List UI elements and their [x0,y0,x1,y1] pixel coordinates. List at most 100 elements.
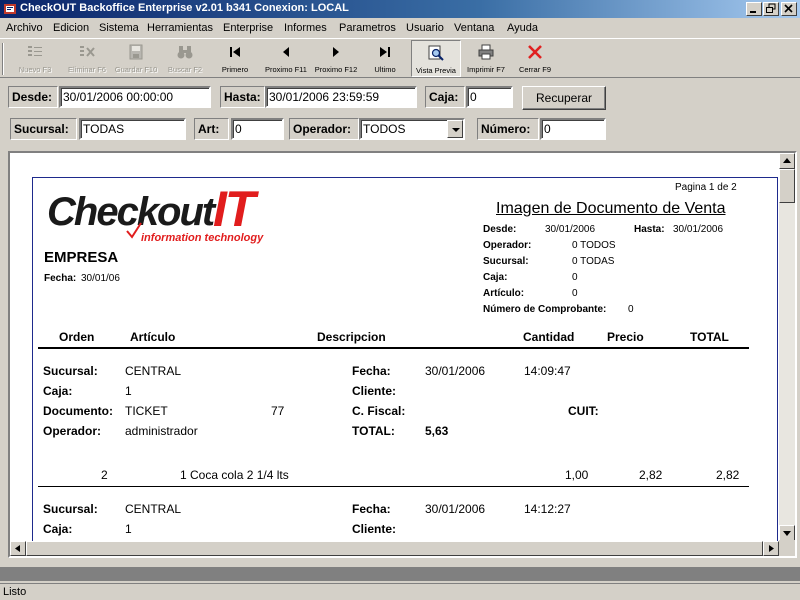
horizontal-scroll-thumb[interactable] [26,541,763,556]
nuevo-label: Nuevo F3 [18,65,52,74]
menu-edicion[interactable]: Edicion [53,22,89,34]
hasta-label: Hasta: [220,86,265,108]
ultimo-label: Ultimo [374,65,396,74]
minimize-button[interactable] [746,2,762,16]
app-window: CheckOUT Backoffice Enterprise v2.01 b34… [0,0,800,600]
imprimir-button[interactable]: Imprimir F7 [462,40,510,77]
primero-button[interactable]: Primero [212,40,258,77]
column-total: TOTAL [690,330,729,344]
doc2-caja-label: Caja: [43,522,73,536]
vista-previa-label: Vista Previa [416,66,456,75]
doc1-documento-numero: 77 [271,404,285,418]
guardar-label: Guardar F10 [114,65,158,74]
numero-label: Número: [477,118,539,140]
meta-sucursal-value: 0 TODAS [572,256,615,267]
buscar-label: Buscar F2 [167,65,203,74]
workspace-strip [0,567,800,581]
desde-input[interactable]: 30/01/2006 00:00:00 [59,86,211,108]
report-fecha-label: Fecha: [44,273,77,284]
meta-operador-value: 0 TODOS [572,240,616,251]
meta-caja-label: Caja: [483,272,508,283]
doc1-fecha-label: Fecha: [352,364,391,378]
scroll-right-button[interactable] [763,541,779,556]
recuperar-button[interactable]: Recuperar [522,86,606,110]
vertical-scrollbar[interactable] [779,153,795,541]
menu-herramientas[interactable]: Herramientas [147,22,213,34]
eliminar-label: Eliminar F6 [68,65,106,74]
doc2-hora-value: 14:12:27 [524,502,571,516]
menu-informes[interactable]: Informes [284,22,327,34]
numero-input[interactable]: 0 [540,118,606,140]
header-rule [38,347,749,349]
hasta-input[interactable]: 30/01/2006 23:59:59 [265,86,417,108]
doc1-operador-label: Operador: [43,424,102,438]
column-orden: Orden [59,330,95,344]
meta-articulo-value: 0 [572,288,578,299]
column-descripcion: Descripcion [317,330,386,344]
art-label: Art: [194,118,229,140]
menu-ayuda[interactable]: Ayuda [507,22,538,34]
vista-previa-button[interactable]: Vista Previa [411,40,461,77]
operador-select[interactable]: TODOS [359,118,465,140]
doc1-sucursal-value: CENTRAL [125,364,182,378]
window-title: CheckOUT Backoffice Enterprise v2.01 b34… [20,2,349,14]
maximize-button[interactable] [763,2,779,16]
doc1-documento-value: TICKET [125,404,168,418]
menu-parametros[interactable]: Parametros [339,22,396,34]
line-descripcion: 1 Coca cola 2 1/4 lts [180,468,289,482]
report-viewer[interactable]: Pagina 1 de 2 Checkout IT information te… [8,151,797,558]
cerrar-button[interactable]: Cerrar F9 [512,40,558,77]
menu-ventana[interactable]: Ventana [454,22,494,34]
title-bar: CheckOUT Backoffice Enterprise v2.01 b34… [0,0,800,18]
status-text: Listo [3,586,27,598]
menu-usuario[interactable]: Usuario [406,22,444,34]
logo-it-text: IT [213,181,255,237]
menu-sistema[interactable]: Sistema [99,22,139,34]
proximo-f11-label: Proximo F11 [265,65,307,74]
caja-input[interactable]: 0 [466,86,513,108]
meta-operador-label: Operador: [483,240,532,251]
horizontal-scrollbar[interactable] [10,541,779,556]
buscar-button[interactable]: Buscar F2 [162,40,208,77]
page-indicator: Pagina 1 de 2 [675,182,737,193]
doc1-cliente-label: Cliente: [352,384,397,398]
doc1-cfiscal-label: C. Fiscal: [352,404,406,418]
sucursal-input[interactable]: TODAS [79,118,186,140]
vertical-scroll-thumb[interactable] [779,169,795,203]
report-page: Pagina 1 de 2 Checkout IT information te… [32,177,778,556]
save-disk-icon [129,44,143,60]
new-document-icon [28,46,42,56]
nuevo-button[interactable]: Nuevo F3 [10,40,60,77]
line-precio: 2,82 [639,468,663,482]
document-separator [38,486,749,487]
meta-articulo-label: Artículo: [483,288,525,299]
menu-enterprise[interactable]: Enterprise [223,22,273,34]
toolbar-grip [2,43,4,75]
doc1-caja-value: 1 [125,384,132,398]
menu-archivo[interactable]: Archivo [6,22,43,34]
chevron-down-icon[interactable] [447,120,463,138]
eliminar-button[interactable]: Eliminar F6 [62,40,112,77]
guardar-button[interactable]: Guardar F10 [113,40,159,77]
proximo-f12-button[interactable]: Proximo F12 [310,40,362,77]
art-input[interactable]: 0 [231,118,284,140]
scrollbar-corner [779,540,795,556]
scroll-down-button[interactable] [779,525,795,541]
report-fecha-value: 30/01/06 [81,273,120,284]
doc2-fecha-label: Fecha: [352,502,391,516]
line-total: 2,82 [716,468,740,482]
print-preview-icon [428,45,444,61]
proximo-f11-button[interactable]: Proximo F11 [260,40,312,77]
company-name: EMPRESA [44,249,119,266]
report-title: Imagen de Documento de Venta [496,200,726,217]
scroll-left-button[interactable] [10,541,26,556]
meta-desde-label: Desde: [483,224,517,235]
ultimo-button[interactable]: Ultimo [362,40,408,77]
logo-tagline: information technology [141,232,264,244]
meta-hasta-label: Hasta: [634,224,665,235]
scroll-up-button[interactable] [779,153,795,169]
close-window-button[interactable] [781,2,797,16]
proximo-f12-label: Proximo F12 [314,65,358,74]
binoculars-icon [177,46,193,59]
arrow-right-icon [769,545,774,552]
